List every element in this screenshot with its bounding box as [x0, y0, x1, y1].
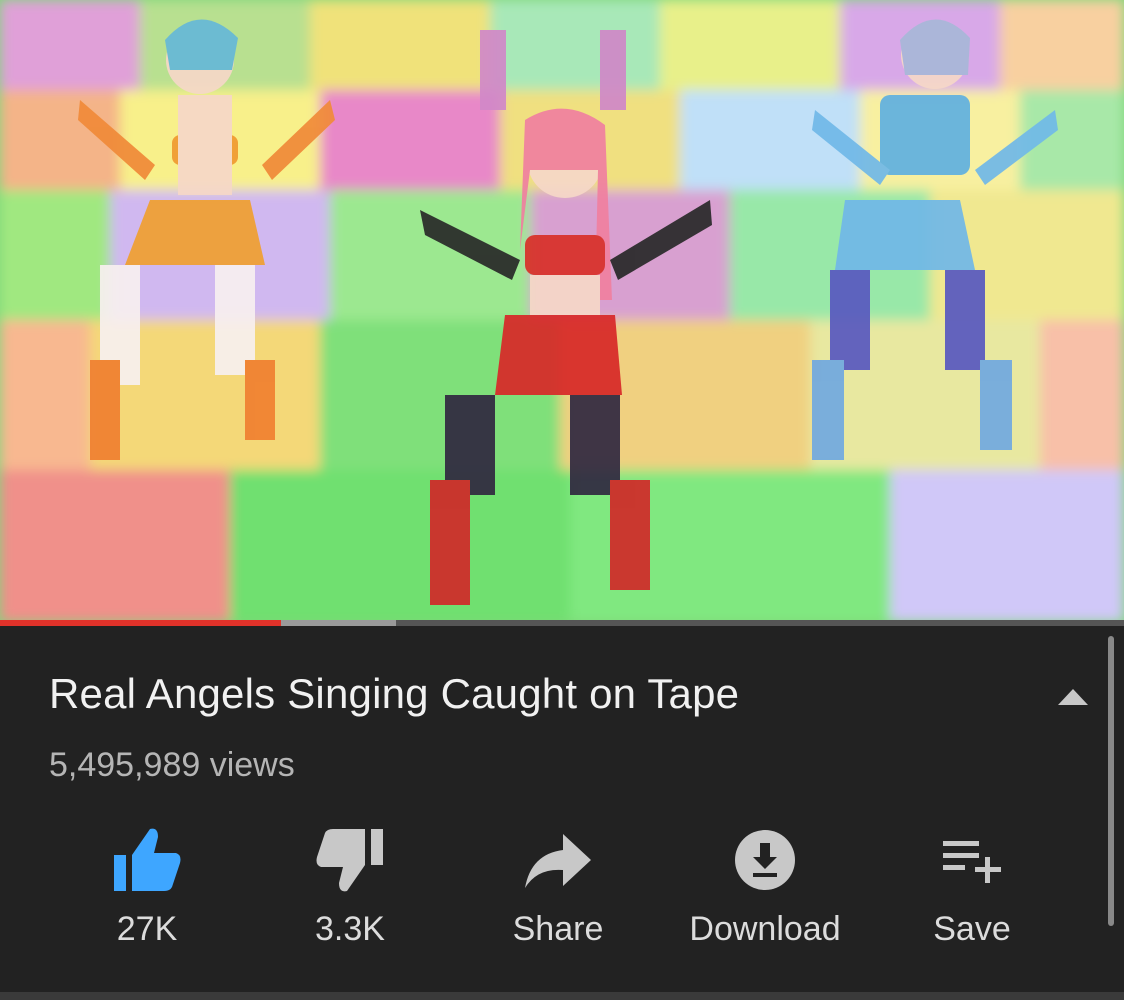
view-count: 5,495,989 views	[49, 746, 295, 784]
playlist-add-icon	[934, 822, 1010, 898]
collapse-description-button[interactable]	[1050, 682, 1096, 712]
save-label: Save	[933, 910, 1011, 948]
share-button[interactable]: Share	[453, 822, 663, 952]
download-icon	[727, 822, 803, 898]
like-button[interactable]: 27K	[42, 822, 252, 952]
video-info-panel: Real Angels Singing Caught on Tape 5,495…	[0, 626, 1124, 1000]
share-label: Share	[512, 910, 604, 948]
video-title: Real Angels Singing Caught on Tape	[49, 670, 740, 717]
divider	[0, 992, 1124, 1000]
like-count: 27K	[116, 910, 178, 948]
dislike-count: 3.3K	[315, 910, 385, 948]
share-icon	[520, 822, 596, 898]
save-button[interactable]: Save	[867, 822, 1077, 952]
download-label: Download	[689, 910, 841, 948]
chevron-up-icon	[1058, 689, 1088, 705]
scrollbar[interactable]	[1108, 636, 1114, 926]
video-frame	[0, 0, 1124, 622]
thumbs-up-icon	[109, 822, 185, 898]
video-player[interactable]	[0, 0, 1124, 622]
dislike-button[interactable]: 3.3K	[245, 822, 455, 952]
thumbs-down-icon	[312, 822, 388, 898]
download-button[interactable]: Download	[660, 822, 870, 952]
action-bar: 27K 3.3K Share Download Save	[42, 822, 1042, 952]
